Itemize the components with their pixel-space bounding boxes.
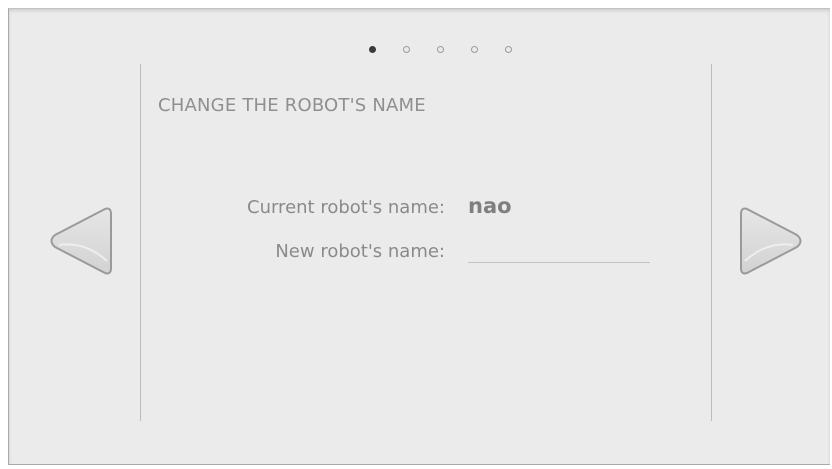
- new-name-label: New robot's name:: [275, 241, 445, 262]
- left-divider: [140, 64, 141, 421]
- triangle-right-icon: [740, 207, 802, 275]
- page-dot-2[interactable]: [403, 46, 410, 53]
- settings-panel: CHANGE THE ROBOT'S NAME Current robot's …: [8, 8, 830, 465]
- next-button[interactable]: [737, 201, 807, 281]
- triangle-left-icon: [50, 207, 112, 275]
- page-dot-3[interactable]: [437, 46, 444, 53]
- page-dot-1[interactable]: [369, 46, 376, 53]
- current-name-label: Current robot's name:: [247, 197, 445, 218]
- page-title: CHANGE THE ROBOT'S NAME: [158, 95, 426, 116]
- page-indicator: [369, 46, 512, 53]
- previous-button[interactable]: [45, 201, 115, 281]
- page-dot-5[interactable]: [505, 46, 512, 53]
- new-name-input[interactable]: [468, 239, 650, 263]
- right-divider: [711, 64, 712, 421]
- page-dot-4[interactable]: [471, 46, 478, 53]
- current-name-value: nao: [468, 194, 512, 218]
